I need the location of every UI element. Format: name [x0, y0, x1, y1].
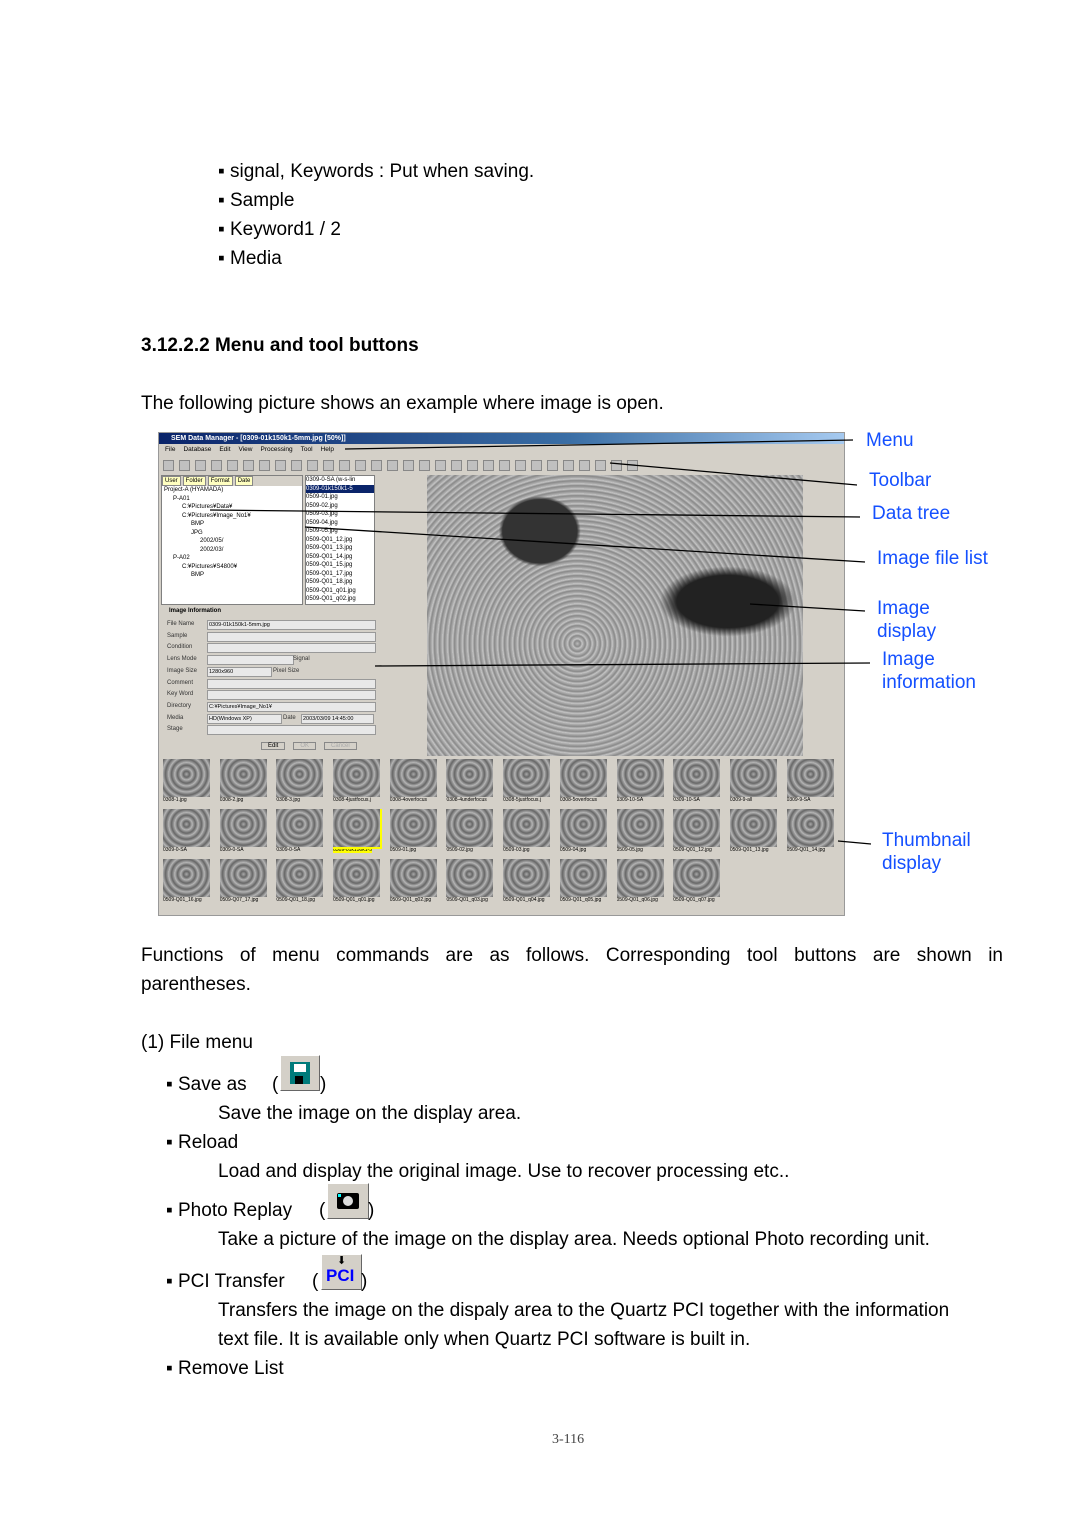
save-as-item: ▪ Save as — [166, 1074, 247, 1095]
remove-list-item: ▪ Remove List — [166, 1358, 284, 1379]
pci-desc: Transfers the image on the dispaly area … — [218, 1300, 950, 1321]
save-as-desc: Save the image on the display area. — [218, 1103, 522, 1124]
paren: ) — [368, 1200, 375, 1221]
callout-image-information: Image information — [882, 648, 976, 694]
callout-line: Image — [882, 649, 935, 670]
file-menu-heading: (1) File menu — [141, 1032, 253, 1053]
functions-text-2: parentheses. — [141, 974, 251, 995]
page-number: 3-116 — [552, 1432, 585, 1447]
pci-transfer-icon: ⬇ PCI — [321, 1254, 362, 1290]
functions-text: Functions of menu commands are as follow… — [141, 945, 1003, 966]
pci-transfer-item: ▪ PCI Transfer — [166, 1271, 285, 1292]
callout-line: Image — [877, 598, 930, 619]
paren: ( — [272, 1074, 279, 1095]
paren: ) — [320, 1074, 327, 1095]
callout-thumbnail-display: Thumbnail display — [882, 829, 971, 875]
pci-label: PCI — [326, 1266, 355, 1285]
callout-line: display — [877, 621, 937, 642]
reload-item: ▪ Reload — [166, 1132, 239, 1153]
reload-desc: Load and display the original image. Use… — [218, 1161, 790, 1182]
pci-desc-2: text file. It is available only when Qua… — [218, 1329, 751, 1350]
photo-replay-desc: Take a picture of the image on the displ… — [218, 1229, 930, 1250]
callout-data-tree: Data tree — [872, 503, 951, 524]
paren: ( — [319, 1200, 326, 1221]
callout-menu: Menu — [866, 430, 914, 451]
document-page: ▪ signal, Keywords : Put when saving. ▪ … — [0, 0, 1080, 1528]
callout-lines — [209, 439, 872, 845]
callout-toolbar: Toolbar — [869, 470, 932, 491]
callout-line: display — [882, 853, 942, 874]
camera-icon — [327, 1183, 369, 1219]
callout-line: information — [882, 672, 976, 693]
paren: ( — [312, 1271, 319, 1292]
photo-replay-item: ▪ Photo Replay — [166, 1200, 293, 1221]
floppy-disk-icon — [280, 1055, 320, 1091]
paren: ) — [361, 1271, 368, 1292]
callout-image-display: Image display — [877, 597, 936, 643]
callout-line: Thumbnail — [882, 830, 971, 851]
callout-image-file-list: Image file list — [877, 548, 988, 569]
